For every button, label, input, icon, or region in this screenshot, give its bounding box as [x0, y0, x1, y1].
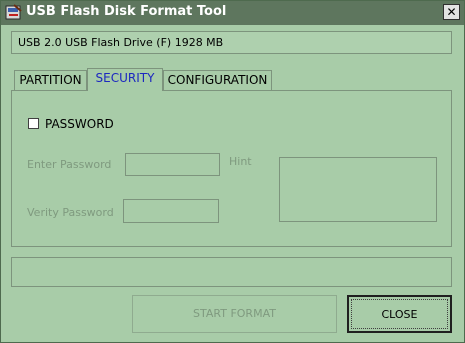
tab-partition[interactable]: PARTITION: [14, 70, 87, 91]
close-button-focus-ring: [351, 299, 448, 329]
tab-security-label: SECURITY: [95, 71, 155, 85]
password-checkbox-label: PASSWORD: [45, 117, 114, 131]
device-info-text: USB 2.0 USB Flash Drive (F) 1928 MB: [18, 36, 224, 49]
verify-password-field[interactable]: [123, 199, 219, 223]
tab-configuration[interactable]: CONFIGURATION: [163, 70, 272, 91]
window-close-button[interactable]: ✕: [443, 4, 460, 20]
password-checkbox[interactable]: [28, 118, 39, 129]
app-window: USB Flash Disk Format Tool ✕ USB 2.0 USB…: [0, 0, 465, 343]
enter-password-field[interactable]: [125, 153, 220, 176]
device-info-box: USB 2.0 USB Flash Drive (F) 1928 MB: [11, 31, 452, 54]
window-title: USB Flash Disk Format Tool: [26, 4, 227, 19]
enter-password-label: Enter Password: [27, 158, 112, 171]
tab-partition-label: PARTITION: [19, 73, 82, 87]
verify-password-label: Verity Password: [27, 206, 114, 219]
status-bar: [11, 257, 452, 287]
hint-field[interactable]: [279, 157, 437, 222]
usb-drive-icon: [5, 4, 22, 21]
start-format-button[interactable]: START FORMAT: [132, 295, 337, 333]
hint-label: Hint: [229, 155, 252, 168]
tab-configuration-label: CONFIGURATION: [167, 73, 268, 87]
title-bar[interactable]: USB Flash Disk Format Tool ✕: [1, 1, 464, 25]
close-button[interactable]: CLOSE: [347, 295, 452, 333]
close-icon: ✕: [446, 5, 457, 19]
start-format-label: START FORMAT: [193, 307, 276, 320]
tab-security[interactable]: SECURITY: [87, 68, 163, 91]
